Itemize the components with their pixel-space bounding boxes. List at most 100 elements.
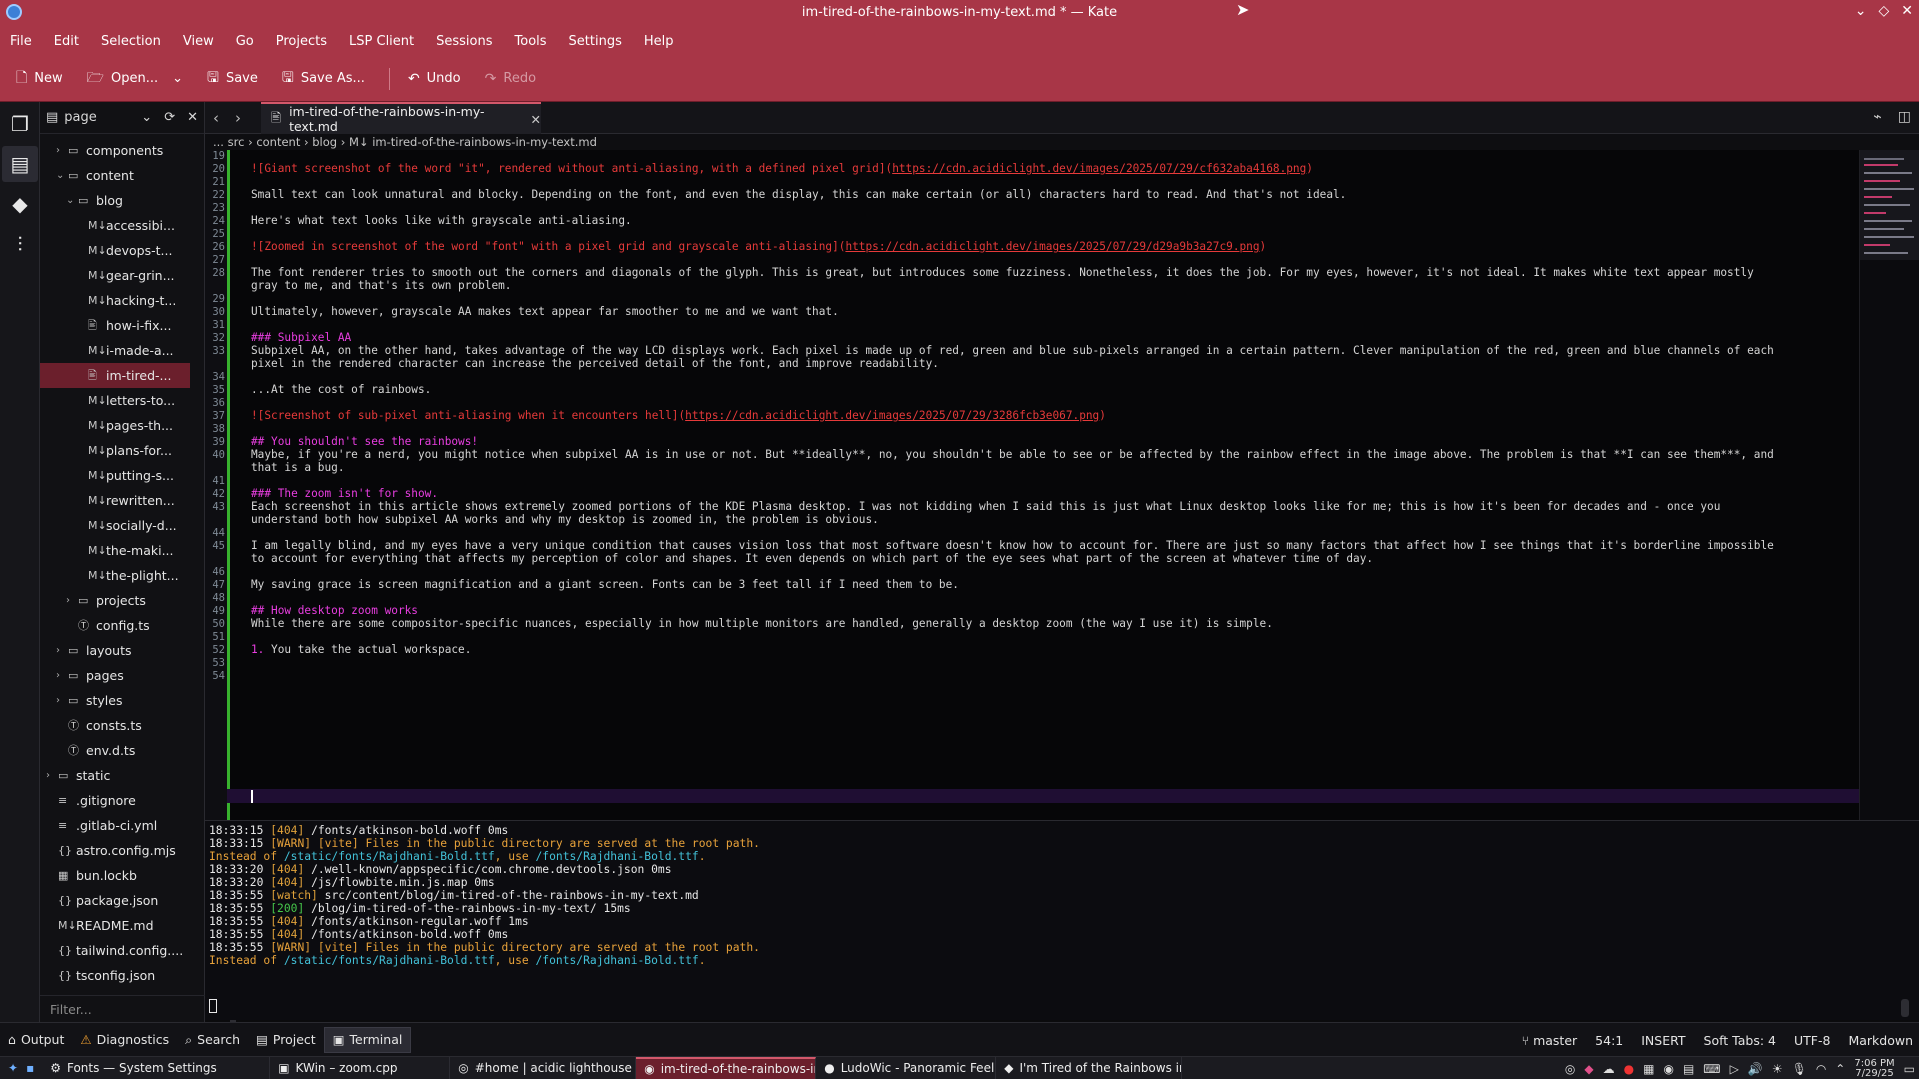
file-tree-item[interactable]: M↓ devops-t... <box>40 238 190 263</box>
input-mode[interactable]: INSERT <box>1641 1033 1685 1048</box>
code-line[interactable]: Ultimately, however, grayscale AA makes … <box>251 305 839 318</box>
code-line[interactable]: Maybe, if you're a nerd, you might notic… <box>251 448 1774 461</box>
menu-file[interactable]: File <box>10 34 32 49</box>
discord-tray-icon[interactable]: ◎ <box>1565 1062 1575 1076</box>
menu-sessions[interactable]: Sessions <box>436 34 492 49</box>
file-tree-item[interactable]: M↓ accessibi... <box>40 213 190 238</box>
pager-icon[interactable]: ▪ <box>26 1061 42 1075</box>
menu-lsp-client[interactable]: LSP Client <box>349 34 414 49</box>
taskbar-item[interactable]: ◉ im-tired-of-the-rainbows-in-my-t... <box>636 1056 817 1079</box>
file-tree-item[interactable]: › ▭ projects <box>40 588 190 613</box>
code-line[interactable]: ## How desktop zoom works <box>251 604 418 617</box>
code-line[interactable]: pixel in the rendered character can incr… <box>251 357 939 370</box>
code-line[interactable]: to account for everything that affects m… <box>251 552 1373 565</box>
chevron-down-icon[interactable]: ⌄ <box>141 110 152 125</box>
code-line[interactable]: ![Giant screenshot of the word "it", ren… <box>251 162 1313 175</box>
indent-setting[interactable]: Soft Tabs: 4 <box>1704 1033 1776 1048</box>
media-play-icon[interactable]: ▷ <box>1730 1062 1739 1076</box>
file-tree-item[interactable]: ≡ .gitignore <box>40 788 190 813</box>
file-tree-item[interactable]: ⌄ ▭ content <box>40 163 190 188</box>
expand-arrow-icon[interactable]: › <box>56 663 66 688</box>
redo-button[interactable]: ↷ Redo <box>485 71 536 87</box>
cursor-position[interactable]: 54:1 <box>1595 1033 1623 1048</box>
steam-icon[interactable]: ◉ <box>1663 1062 1673 1076</box>
terminal-panel[interactable]: 18:33:15 [404] /fonts/atkinson-bold.woff… <box>205 820 1919 1020</box>
pin-icon[interactable]: ⌁ <box>1873 109 1881 125</box>
file-tree-item[interactable]: M↓ the-maki... <box>40 538 190 563</box>
file-tree-item[interactable]: {} astro.config.mjs <box>40 838 190 863</box>
code-line[interactable]: ### Subpixel AA <box>251 331 351 344</box>
tab-output[interactable]: ⌂ Output <box>0 1027 72 1053</box>
code-line[interactable]: My saving grace is screen magnification … <box>251 578 959 591</box>
git-icon[interactable]: ◆ <box>2 186 38 222</box>
file-tree-item[interactable]: M↓ pages-th... <box>40 413 190 438</box>
file-tree-item[interactable]: M↓ rewritten... <box>40 488 190 513</box>
tray-expand-icon[interactable]: ⌃ <box>1835 1062 1845 1076</box>
brightness-icon[interactable]: ☀ <box>1772 1062 1783 1076</box>
file-tree-item[interactable]: › ▭ pages <box>40 663 190 688</box>
tab-document[interactable]: 🖹 im-tired-of-the-rainbows-in-my-text.md… <box>261 102 541 134</box>
undo-button[interactable]: ↶ Undo <box>408 71 461 87</box>
file-tree-item[interactable]: M↓ letters-to... <box>40 388 190 413</box>
expand-arrow-icon[interactable]: › <box>66 588 76 613</box>
menu-tools[interactable]: Tools <box>515 34 547 49</box>
tab-close-icon[interactable]: ✕ <box>531 112 541 127</box>
code-line[interactable]: Small text can look unnatural and blocky… <box>251 188 1346 201</box>
code-line[interactable]: While there are some compositor-specific… <box>251 617 1273 630</box>
tab-diagnostics[interactable]: ⚠ Diagnostics <box>72 1027 177 1053</box>
terminal-scrollbar[interactable] <box>1901 999 1909 1017</box>
code-line[interactable]: ...At the cost of rainbows. <box>251 383 431 396</box>
file-tree-item[interactable]: › ▭ static <box>40 763 190 788</box>
encoding[interactable]: UTF-8 <box>1794 1033 1830 1048</box>
taskbar-item[interactable]: ● LudoWic - Panoramic Feelings <box>816 1056 997 1079</box>
clipboard-icon[interactable]: ▤ <box>1683 1062 1694 1076</box>
code-editor[interactable]: 19 20 ![Giant screenshot of the word "it",… <box>205 150 1859 820</box>
code-line[interactable]: 1. You take the actual workspace. <box>251 643 471 656</box>
expand-arrow-icon[interactable]: › <box>56 638 66 663</box>
refresh-icon[interactable]: ⟳ <box>164 110 175 125</box>
project-tree-icon[interactable]: ⫶ <box>2 226 38 262</box>
chevron-down-icon[interactable]: ⌄ <box>172 71 183 86</box>
code-line[interactable]: Here's what text looks like with graysca… <box>251 214 632 227</box>
file-tree-item[interactable]: ≡ .gitlab-ci.yml <box>40 813 190 838</box>
filesystem-browser-icon[interactable]: ▤ <box>2 146 38 182</box>
code-line[interactable]: I am legally blind, and my eyes have a v… <box>251 539 1774 552</box>
tab-search[interactable]: ⌕ Search <box>177 1027 248 1053</box>
code-line[interactable]: understand both how subpixel AA works an… <box>251 513 879 526</box>
file-tree-item[interactable]: {} package.json <box>40 888 190 913</box>
minimap[interactable] <box>1859 150 1919 820</box>
forward-arrow-icon[interactable]: › <box>235 109 241 127</box>
menu-selection[interactable]: Selection <box>101 34 161 49</box>
expand-arrow-icon[interactable]: ⌄ <box>56 163 66 188</box>
file-tree-item[interactable]: M↓ gear-grin... <box>40 263 190 288</box>
taskbar-item[interactable]: ⚙ Fonts — System Settings <box>42 1056 271 1079</box>
app-launcher-icon[interactable]: ✦ <box>0 1061 26 1075</box>
menu-help[interactable]: Help <box>644 34 674 49</box>
file-tree-item[interactable]: › ▭ layouts <box>40 638 190 663</box>
expand-arrow-icon[interactable]: ⌄ <box>66 188 76 213</box>
expand-arrow-icon[interactable]: › <box>56 688 66 713</box>
close-panel-icon[interactable]: ✕ <box>187 110 198 125</box>
code-line[interactable]: Subpixel AA, on the other hand, takes ad… <box>251 344 1774 357</box>
save-as-button[interactable]: 🖫 Save As... <box>282 67 365 91</box>
maximize-icon[interactable]: ◇ <box>1878 3 1889 19</box>
menu-edit[interactable]: Edit <box>54 34 79 49</box>
record-icon[interactable]: ● <box>1624 1062 1634 1076</box>
file-tree-item[interactable]: ⌄ ▭ blog <box>40 188 190 213</box>
keyboard-icon[interactable]: ⌨ <box>1703 1062 1720 1076</box>
new-button[interactable]: 🗋 New <box>16 67 63 91</box>
tab-project[interactable]: ▤ Project <box>248 1027 324 1053</box>
microphone-icon[interactable]: 🎙 <box>1792 1062 1807 1076</box>
clock[interactable]: 7:06 PM 7/29/25 <box>1854 1058 1894 1079</box>
documents-panel-icon[interactable]: ❐ <box>2 106 38 142</box>
close-icon[interactable]: ✕ <box>1901 3 1913 19</box>
calendar-icon[interactable]: ▦ <box>1643 1062 1654 1076</box>
code-line[interactable]: gray to me, and that's its own problem. <box>251 279 511 292</box>
filter-input[interactable]: Filter... <box>40 995 205 1022</box>
wifi-icon[interactable]: ◠ <box>1816 1062 1826 1076</box>
expand-arrow-icon[interactable]: › <box>56 138 66 163</box>
language-mode[interactable]: Markdown <box>1848 1033 1913 1048</box>
taskbar-item[interactable]: ◆ I'm Tired of the Rainbows in my ... <box>996 1056 1183 1079</box>
file-tree-item[interactable]: 🖹 im-tired-... <box>40 363 190 388</box>
file-tree-item[interactable]: › ▭ components <box>40 138 190 163</box>
